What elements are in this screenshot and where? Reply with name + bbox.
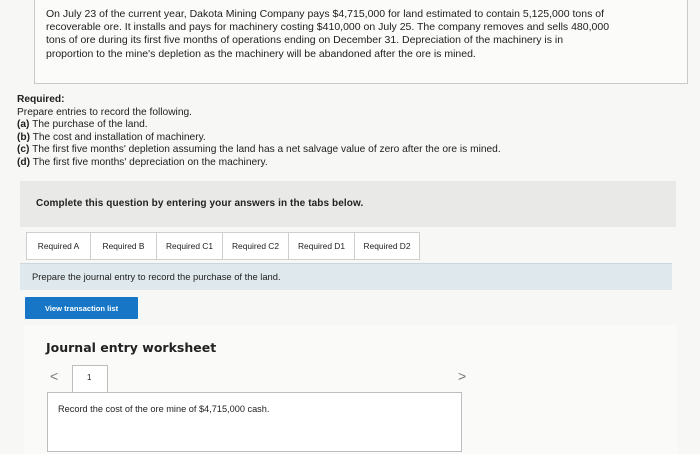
problem-line: On July 23 of the current year, Dakota M… [46,8,605,20]
worksheet-page-tab[interactable]: 1 [72,365,108,393]
required-item-a: (a) The purchase of the land. [17,119,148,131]
tab-required-d2[interactable]: Required D2 [354,232,420,260]
required-item-d: (d) The first five months' depreciation … [17,156,268,168]
complete-question-text: Complete this question by entering your … [36,198,364,209]
worksheet-description-box: Record the cost of the ore mine of $4,71… [47,392,462,452]
instruction-bar: Prepare the journal entry to record the … [20,263,672,290]
required-section: Required: Prepare entries to record the … [17,94,501,170]
instruction-text: Prepare the journal entry to record the … [32,271,281,282]
chevron-left-icon[interactable]: < [50,368,58,384]
required-item-b: (b) The cost and installation of machine… [17,131,206,143]
required-item-c: (c) The first five months' depletion ass… [17,144,501,156]
problem-line: recoverable ore. It installs and pays fo… [46,21,610,34]
page-number: 1 [87,373,92,382]
problem-statement: On July 23 of the current year, Dakota M… [46,8,666,61]
tab-required-b[interactable]: Required B [90,232,157,260]
tab-required-c1[interactable]: Required C1 [156,232,223,260]
tab-required-d1[interactable]: Required D1 [288,232,355,260]
worksheet-description: Record the cost of the ore mine of $4,71… [58,404,270,414]
complete-question-banner: Complete this question by entering your … [20,181,676,227]
required-intro: Prepare entries to record the following. [17,106,192,118]
problem-line: tons of ore during its first five months… [46,34,564,47]
required-tabs: Required A Required B Required C1 Requir… [26,232,420,260]
worksheet-title: Journal entry worksheet [46,340,217,355]
tab-required-c2[interactable]: Required C2 [222,232,289,260]
problem-line: proportion to the mine's depletion as th… [46,47,476,60]
view-transaction-list-button[interactable]: View transaction list [25,297,138,319]
chevron-right-icon[interactable]: > [458,368,466,384]
tab-required-a[interactable]: Required A [26,232,91,260]
required-heading: Required: [17,94,65,105]
